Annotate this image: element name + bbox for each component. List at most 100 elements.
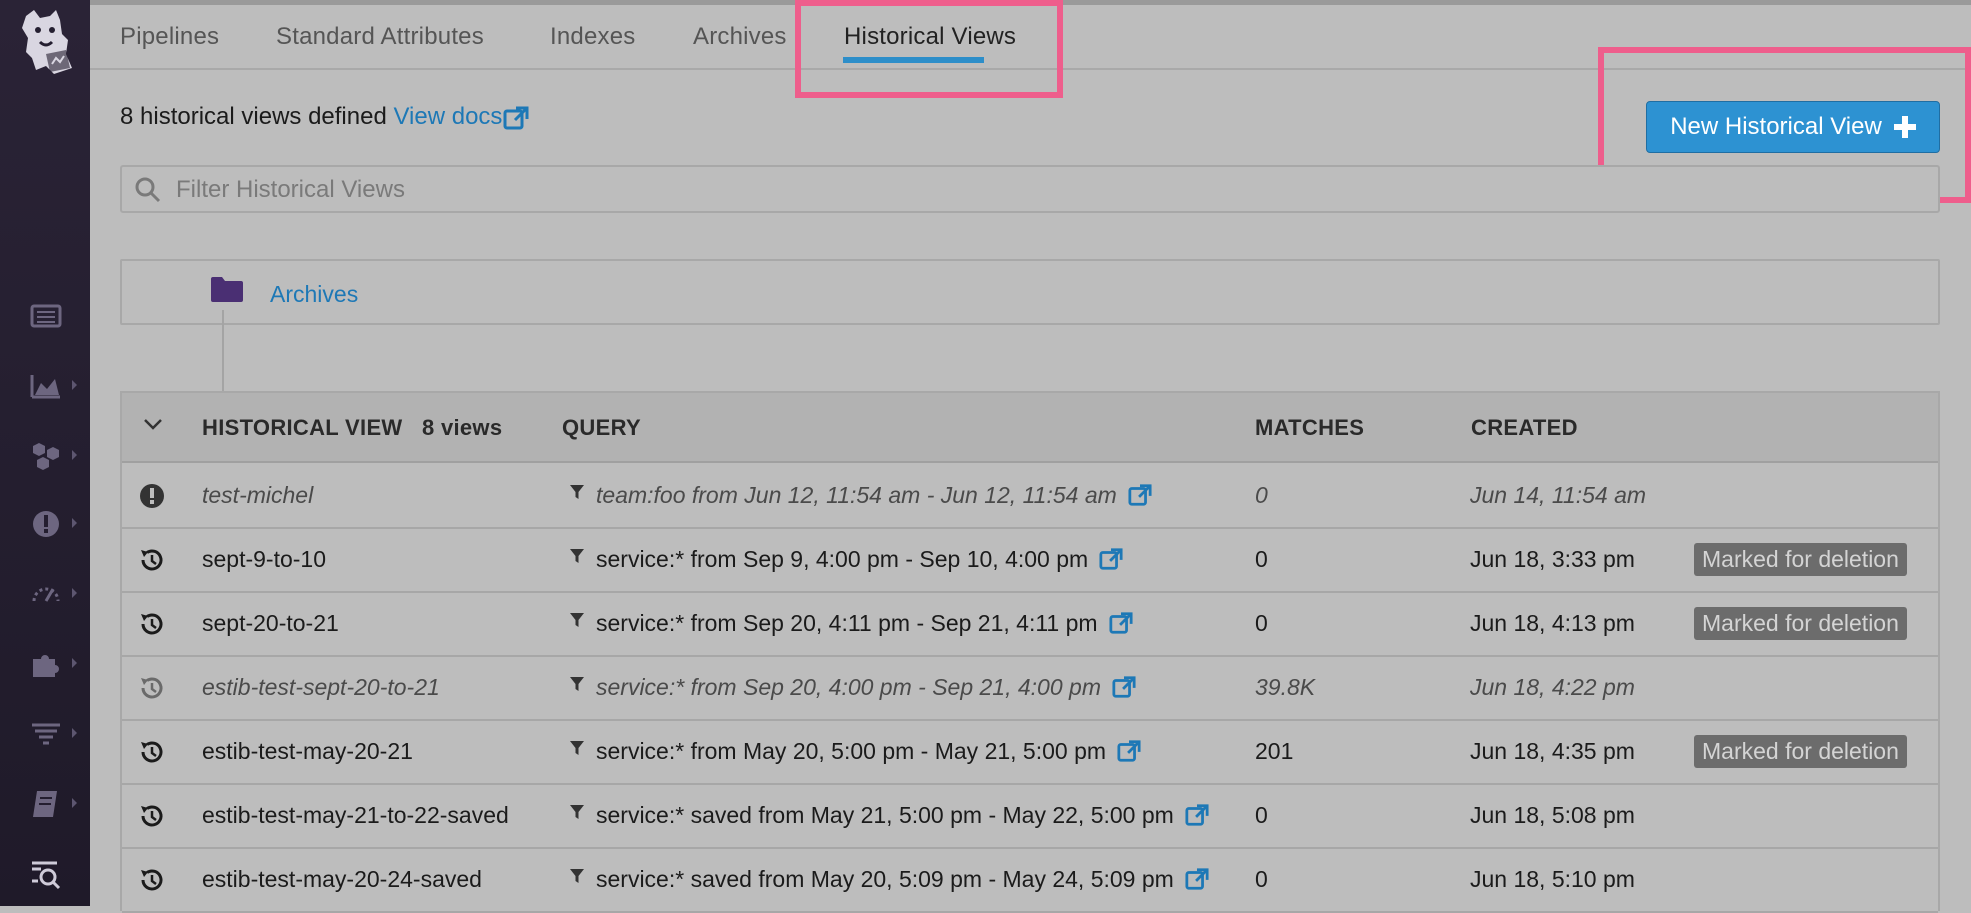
view-name[interactable]: estib-test-may-21-to-22-saved [202,802,509,829]
view-created: Jun 18, 4:35 pm [1470,738,1635,764]
filter-icon [570,613,584,627]
tab-pipelines[interactable]: Pipelines [120,23,219,51]
view-query: service:* saved from May 20, 5:09 pm - M… [596,866,1210,893]
filter-icon [570,741,584,755]
view-query: service:* from Sep 20, 4:11 pm - Sep 21,… [596,610,1134,637]
view-name[interactable]: estib-test-sept-20-to-21 [202,674,440,701]
notebook-icon[interactable] [26,784,66,824]
view-query-text: service:* saved from May 21, 5:00 pm - M… [596,802,1174,828]
filter-historical-views-input[interactable] [174,167,1878,213]
view-name[interactable]: estib-test-may-20-24-saved [202,866,482,893]
log-search-icon[interactable] [26,854,66,894]
datadog-logo[interactable] [16,8,76,80]
table-row[interactable]: sept-9-to-10 service:* from Sep 9, 4:00 p… [122,527,1938,593]
external-link-icon[interactable] [1111,675,1137,699]
view-query-text: team:foo from Jun 12, 11:54 am - Jun 12,… [596,482,1117,508]
view-docs-link[interactable]: View docs [393,103,530,130]
history-icon [141,613,163,635]
view-query: team:foo from Jun 12, 11:54 am - Jun 12,… [596,482,1153,509]
sidebar [0,0,90,906]
view-docs-label: View docs [393,103,503,130]
filter-icon [570,805,584,819]
view-query-text: service:* from Sep 20, 4:11 pm - Sep 21,… [596,610,1098,636]
view-name[interactable]: sept-9-to-10 [202,546,326,573]
column-matches[interactable]: MATCHES [1255,415,1364,441]
tab-standard-attributes[interactable]: Standard Attributes [276,23,484,51]
logs-list-icon[interactable] [26,296,66,336]
history-icon [141,549,163,571]
view-created: Jun 18, 3:33 pm [1470,546,1635,572]
archives-group: Archives [120,259,1940,325]
external-link-icon[interactable] [1098,547,1124,571]
view-query: service:* saved from May 21, 5:00 pm - M… [596,802,1210,829]
table-row[interactable]: estib-test-sept-20-to-21 service:* from S… [122,655,1938,721]
view-query-text: service:* saved from May 20, 5:09 pm - M… [596,866,1174,892]
external-link-icon[interactable] [1108,611,1134,635]
apm-expand-arrow [72,588,77,598]
table-header: HISTORICAL VIEW 8 views QUERY MATCHES CR… [122,393,1938,463]
view-name[interactable]: test-michel [202,482,313,509]
views-count-badge: 8 views [422,415,503,440]
exclamation-icon [140,484,164,508]
filter-icon [570,869,584,883]
folder-icon [211,277,243,302]
archives-link[interactable]: Archives [270,281,358,308]
history-icon [141,805,163,827]
monitors-alert-icon[interactable] [26,504,66,544]
apm-gauge-icon[interactable] [26,574,66,614]
view-created: Jun 18, 5:08 pm [1470,802,1635,828]
view-created: Jun 14, 11:54 am [1470,482,1647,508]
filter-icon [570,677,584,691]
views-count-text: 8 historical views defined View docs [120,103,530,131]
infrastructure-hexagons-icon[interactable] [26,436,66,476]
view-created: Jun 18, 4:22 pm [1470,674,1635,700]
tab-indexes[interactable]: Indexes [550,23,635,51]
filter-icon [570,485,584,499]
view-matches: 0 [1255,610,1268,636]
filter-bar [120,165,1940,213]
tab-archives[interactable]: Archives [693,23,787,51]
integrations-puzzle-icon[interactable] [26,644,66,684]
tree-connector-line [222,310,224,392]
column-created[interactable]: CREATED [1471,415,1578,441]
view-created: Jun 18, 4:13 pm [1470,610,1635,636]
view-matches: 39.8K [1255,674,1316,700]
external-link-icon[interactable] [1127,483,1153,507]
view-created: Jun 18, 5:10 pm [1470,866,1635,892]
collapse-chevron-icon[interactable] [140,411,166,437]
view-query: service:* from Sep 9, 4:00 pm - Sep 10, … [596,546,1124,573]
view-matches: 0 [1255,802,1268,828]
tab-highlight-box [795,0,1063,98]
marked-for-deletion-badge: Marked for deletion [1694,735,1907,768]
notebook-expand-arrow [72,798,77,808]
logs-filter-lines-icon[interactable] [26,714,66,754]
metrics-chart-icon[interactable] [26,366,66,406]
view-name[interactable]: sept-20-to-21 [202,610,339,637]
views-defined-label: 8 historical views defined [120,103,387,130]
column-query[interactable]: QUERY [562,415,641,441]
external-link-icon[interactable] [1116,739,1142,763]
table-row[interactable]: sept-20-to-21 service:* from Sep 20, 4:11… [122,591,1938,657]
table-row[interactable]: estib-test-may-20-24-saved service:* save… [122,847,1938,913]
external-link-icon[interactable] [1184,803,1210,827]
view-query: service:* from Sep 20, 4:00 pm - Sep 21,… [596,674,1137,701]
external-link-icon [503,106,529,130]
table-row[interactable]: estib-test-may-20-21 service:* from May 2… [122,719,1938,785]
view-matches: 0 [1255,866,1268,892]
view-name[interactable]: estib-test-may-20-21 [202,738,413,765]
view-query-text: service:* from Sep 9, 4:00 pm - Sep 10, … [596,546,1089,572]
infrastructure-expand-arrow [72,450,77,460]
view-matches: 201 [1255,738,1294,764]
monitors-expand-arrow [72,518,77,528]
metrics-expand-arrow [72,380,77,390]
table-row[interactable]: estib-test-may-21-to-22-saved service:* s… [122,783,1938,849]
integrations-expand-arrow [72,658,77,668]
view-query-text: service:* from Sep 20, 4:00 pm - Sep 21,… [596,674,1101,700]
view-query: service:* from May 20, 5:00 pm - May 21,… [596,738,1142,765]
external-link-icon[interactable] [1184,867,1210,891]
column-historical-view[interactable]: HISTORICAL VIEW [202,415,402,441]
marked-for-deletion-badge: Marked for deletion [1694,543,1907,576]
view-query-text: service:* from May 20, 5:00 pm - May 21,… [596,738,1107,764]
table-row[interactable]: test-michel team:foo from Jun 12, 11:54 a… [122,463,1938,529]
view-matches: 0 [1255,482,1268,508]
